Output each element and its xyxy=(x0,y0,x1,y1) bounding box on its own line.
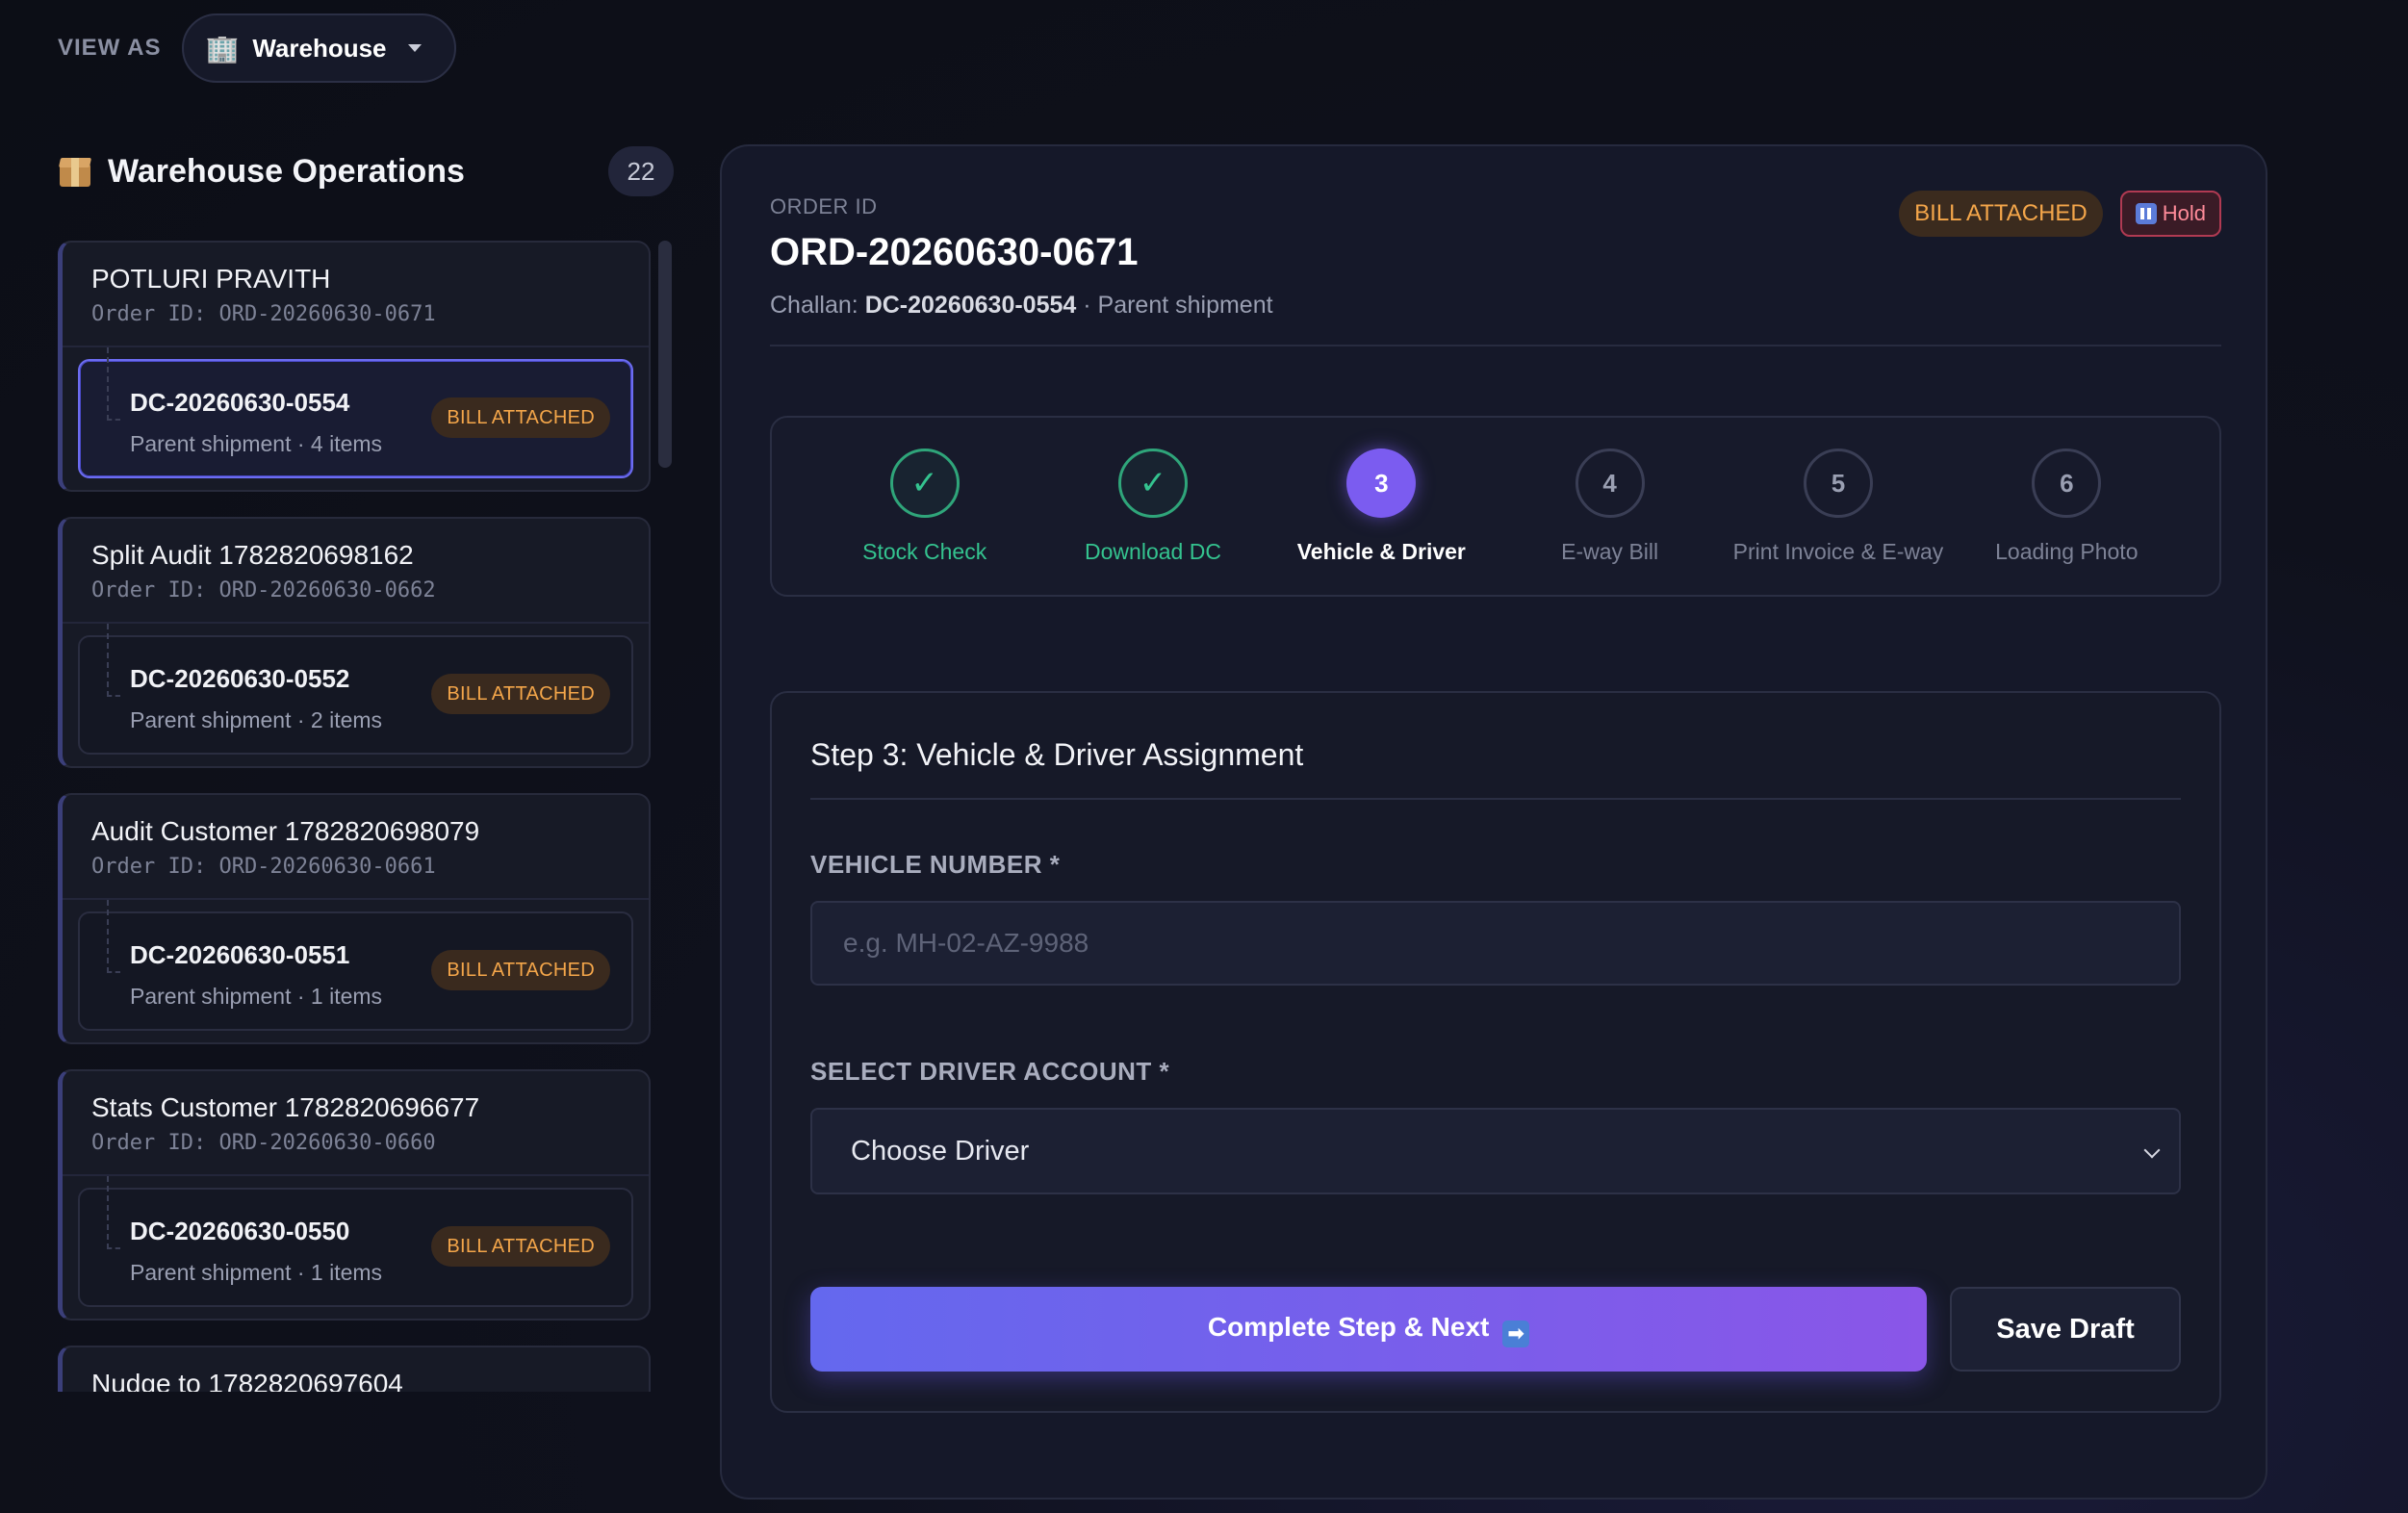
step-label: Stock Check xyxy=(862,539,987,564)
customer-name: Nudge to 1782820697604 xyxy=(91,1369,403,1392)
customer-name: Stats Customer 1782820696677 xyxy=(91,1092,480,1122)
step-form-title: Step 3: Vehicle & Driver Assignment xyxy=(810,737,1304,772)
office-building-icon: 🏢 xyxy=(205,33,240,64)
order-card[interactable]: Nudge to 1782820697604 xyxy=(58,1346,651,1392)
step-label: E-way Bill xyxy=(1561,539,1659,564)
delivery-challan-item[interactable]: DC-20260630-0551 Parent shipment · 1 item… xyxy=(78,900,633,1031)
step-number: 3 xyxy=(1346,449,1417,518)
dc-wrap: DC-20260630-0550 Parent shipment · 1 item… xyxy=(63,1176,649,1319)
bill-attached-badge: BILL ATTACHED xyxy=(431,950,610,990)
step-3[interactable]: 3 Vehicle & Driver xyxy=(1268,418,1496,595)
dc-wrap: DC-20260630-0552 Parent shipment · 2 item… xyxy=(63,624,649,766)
step-label: Loading Photo xyxy=(1995,539,2139,564)
order-card-header[interactable]: Nudge to 1782820697604 xyxy=(63,1347,649,1392)
customer-name: POTLURI PRAVITH xyxy=(91,264,331,294)
order-list-scrollbar[interactable] xyxy=(658,241,672,468)
vehicle-number-label: VEHICLE NUMBER * xyxy=(810,850,1061,879)
order-card-header[interactable]: Audit Customer 1782820698079 Order ID: OR… xyxy=(63,795,649,900)
order-card[interactable]: Split Audit 1782820698162 Order ID: ORD-2… xyxy=(58,517,651,768)
dc-wrap: DC-20260630-0551 Parent shipment · 1 item… xyxy=(63,900,649,1042)
header-divider xyxy=(770,345,2221,346)
sidebar-header: Warehouse Operations 22 xyxy=(58,144,674,198)
complete-step-label: Complete Step & Next xyxy=(1207,1311,1490,1342)
order-card[interactable]: POTLURI PRAVITH Order ID: ORD-20260630-06… xyxy=(58,241,651,492)
sidebar-title-text: Warehouse Operations xyxy=(108,152,465,190)
pause-icon xyxy=(2135,203,2157,224)
bill-attached-badge: BILL ATTACHED xyxy=(431,674,610,714)
role-select-value: Warehouse xyxy=(252,33,387,63)
step-label: Download DC xyxy=(1085,539,1221,564)
vehicle-number-input[interactable] xyxy=(810,901,2181,986)
chevron-down-icon xyxy=(2143,1141,2161,1159)
bill-attached-badge: BILL ATTACHED xyxy=(431,397,610,438)
save-draft-button[interactable]: Save Draft xyxy=(1950,1287,2181,1372)
order-card-header[interactable]: Split Audit 1782820698162 Order ID: ORD-2… xyxy=(63,519,649,624)
customer-name: Split Audit 1782820698162 xyxy=(91,540,414,570)
order-detail-content: BILL ATTACHED Hold ORDER ID ORD-20260630… xyxy=(770,191,2221,1413)
step-number: 6 xyxy=(2032,449,2102,518)
delivery-challan-item[interactable]: DC-20260630-0552 Parent shipment · 2 item… xyxy=(78,624,633,755)
check-icon: ✓ xyxy=(1117,449,1188,518)
order-id: Order ID: ORD-20260630-0671 xyxy=(91,302,436,326)
challan-prefix: Challan: xyxy=(770,292,858,319)
hold-badge-label: Hold xyxy=(2162,201,2206,225)
hold-badge[interactable]: Hold xyxy=(2119,191,2221,237)
view-as-label: VIEW AS xyxy=(58,35,162,61)
order-list[interactable]: POTLURI PRAVITH Order ID: ORD-20260630-06… xyxy=(58,241,651,1392)
step-label: Print Invoice & E-way xyxy=(1732,539,1944,564)
tree-connector xyxy=(107,347,120,421)
order-id: Order ID: ORD-20260630-0660 xyxy=(91,1131,436,1155)
workflow-stepper: ✓ Stock Check ✓ Download DC 3 Vehicle & Drive… xyxy=(770,416,2221,597)
challan-code: DC-20260630-0554 xyxy=(864,292,1077,319)
bill-attached-badge: BILL ATTACHED xyxy=(431,1226,610,1267)
check-icon: ✓ xyxy=(889,449,960,518)
step-label: Vehicle & Driver xyxy=(1296,539,1466,564)
order-id-value: ORD-20260630-0671 xyxy=(770,231,1139,273)
driver-select[interactable]: Choose Driver xyxy=(810,1108,2181,1194)
order-card[interactable]: Audit Customer 1782820698079 Order ID: OR… xyxy=(58,793,651,1044)
tree-connector xyxy=(107,624,120,697)
sidebar: Warehouse Operations 22 POTLURI PRAVITH O… xyxy=(58,144,674,1392)
tree-connector xyxy=(107,900,120,973)
step-2[interactable]: ✓ Download DC xyxy=(1038,418,1267,595)
role-select[interactable]: 🏢 Warehouse xyxy=(182,13,456,83)
package-icon xyxy=(58,154,92,189)
bill-attached-badge: BILL ATTACHED xyxy=(1899,191,2103,237)
tree-connector xyxy=(107,1176,120,1249)
step-4[interactable]: 4 E-way Bill xyxy=(1496,418,1724,595)
challan-suffix: · Parent shipment xyxy=(1083,292,1273,319)
dc-wrap: DC-20260630-0554 Parent shipment · 4 item… xyxy=(63,347,649,490)
step-5[interactable]: 5 Print Invoice & E-way xyxy=(1724,418,1952,595)
step-1[interactable]: ✓ Stock Check xyxy=(810,418,1038,595)
form-divider xyxy=(810,798,2181,800)
driver-select-value: Choose Driver xyxy=(851,1135,1030,1167)
order-card[interactable]: Stats Customer 1782820696677 Order ID: OR… xyxy=(58,1069,651,1321)
customer-name: Audit Customer 1782820698079 xyxy=(91,816,480,846)
arrow-right-icon: ➡ xyxy=(1502,1320,1530,1347)
view-as-bar: VIEW AS 🏢 Warehouse xyxy=(58,13,456,83)
challan-info: Challan: DC-20260630-0554 · Parent shipm… xyxy=(770,292,2221,320)
order-count-badge: 22 xyxy=(608,146,674,196)
delivery-challan-item[interactable]: DC-20260630-0550 Parent shipment · 1 item… xyxy=(78,1176,633,1307)
step-6[interactable]: 6 Loading Photo xyxy=(1953,418,2181,595)
order-card-header[interactable]: Stats Customer 1782820696677 Order ID: OR… xyxy=(63,1071,649,1176)
order-id: Order ID: ORD-20260630-0662 xyxy=(91,578,436,603)
step-number: 5 xyxy=(1803,449,1873,518)
order-id: Order ID: ORD-20260630-0661 xyxy=(91,855,436,879)
driver-select-label: SELECT DRIVER ACCOUNT * xyxy=(810,1057,1170,1086)
order-detail-panel: BILL ATTACHED Hold ORDER ID ORD-20260630… xyxy=(720,144,2267,1500)
status-badges: BILL ATTACHED Hold xyxy=(1899,191,2221,237)
delivery-challan-item[interactable]: DC-20260630-0554 Parent shipment · 4 item… xyxy=(78,347,633,478)
form-actions: Complete Step & Next ➡ Save Draft xyxy=(810,1287,2181,1372)
step-number: 4 xyxy=(1575,449,1645,518)
sidebar-title: Warehouse Operations xyxy=(58,153,465,191)
complete-step-button[interactable]: Complete Step & Next ➡ xyxy=(810,1287,1927,1372)
order-card-header[interactable]: POTLURI PRAVITH Order ID: ORD-20260630-06… xyxy=(63,243,649,347)
chevron-down-icon xyxy=(407,44,422,52)
step-form-card: Step 3: Vehicle & Driver Assignment VEHI… xyxy=(770,691,2221,1413)
